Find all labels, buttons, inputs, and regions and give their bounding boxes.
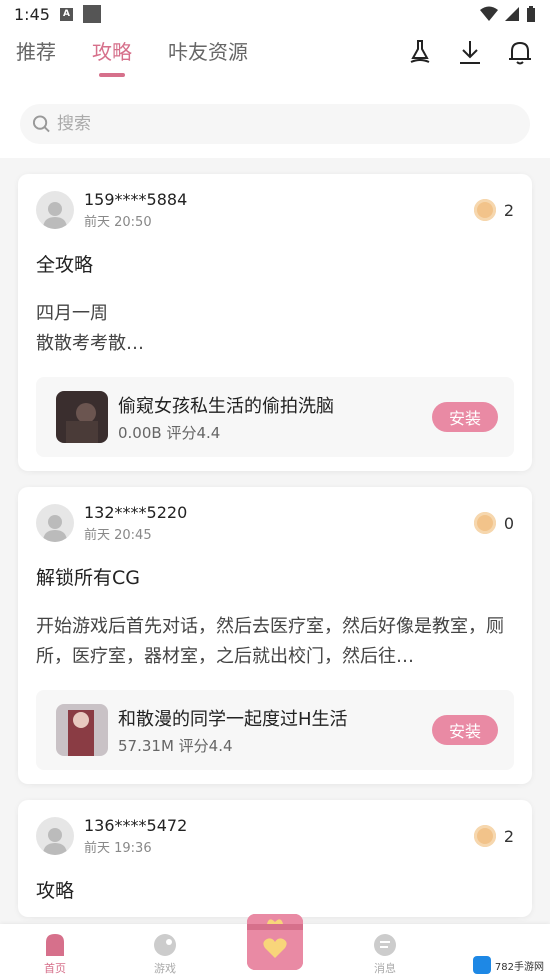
app-meta: 0.00B 评分4.4 bbox=[118, 422, 422, 443]
gift-box-button[interactable] bbox=[247, 914, 303, 970]
watermark-text: 782手游网 bbox=[494, 961, 544, 973]
avatar[interactable] bbox=[36, 504, 74, 542]
tab-community-resources[interactable]: 咔友资源 bbox=[168, 36, 248, 73]
game-icon bbox=[154, 934, 176, 956]
download-icon[interactable] bbox=[456, 38, 484, 66]
square-notification-icon bbox=[82, 5, 101, 23]
app-size: 0.00B bbox=[118, 423, 162, 442]
post-body: 开始游戏后首先对话，然后去医疗室，然后好像是教室，厕所，医疗室，器材室，之后就出… bbox=[36, 616, 504, 667]
a-notification-icon: A bbox=[59, 7, 73, 21]
post-time: 前天 20:50 bbox=[84, 215, 152, 230]
install-button[interactable]: 安装 bbox=[432, 402, 498, 432]
app-thumbnail bbox=[56, 704, 108, 756]
like-count: 2 bbox=[503, 200, 514, 220]
search-input[interactable] bbox=[56, 114, 518, 134]
nav-messages[interactable]: 消息 bbox=[350, 932, 420, 976]
tab-recommend[interactable]: 推荐 bbox=[16, 36, 56, 73]
post-title: 解锁所有CG bbox=[36, 567, 140, 589]
post-card[interactable]: 132****5220 前天 20:45 0 解锁所有CG 开始游戏后首先对话，… bbox=[18, 487, 532, 784]
nav-home[interactable]: 首页 bbox=[20, 932, 90, 976]
coin-icon bbox=[473, 512, 496, 534]
post-title: 攻略 bbox=[36, 880, 75, 902]
post-feed: 159****5884 前天 20:50 2 全攻略 四月一周 散散考考散… 偷… bbox=[0, 174, 550, 917]
nav-home-label: 首页 bbox=[44, 962, 66, 975]
tab-guides[interactable]: 攻略 bbox=[92, 36, 132, 73]
battery-icon bbox=[527, 5, 535, 22]
search-icon bbox=[32, 115, 50, 133]
like-counter[interactable]: 2 bbox=[473, 825, 514, 847]
app-size: 57.31M bbox=[118, 736, 174, 755]
post-card[interactable]: 136****5472 前天 19:36 2 攻略 bbox=[18, 800, 532, 917]
post-title: 全攻略 bbox=[36, 254, 94, 276]
message-icon bbox=[374, 934, 396, 956]
app-rating: 评分4.4 bbox=[178, 736, 233, 755]
app-rating: 评分4.4 bbox=[166, 423, 221, 442]
app-thumbnail bbox=[56, 391, 108, 443]
nav-games[interactable]: 游戏 bbox=[130, 932, 200, 976]
app-name: 偷窥女孩私生活的偷拍洗脑 bbox=[118, 395, 334, 417]
search-bar[interactable] bbox=[20, 104, 530, 144]
watermark: 782手游网 bbox=[472, 956, 544, 974]
username[interactable]: 132****5220 bbox=[84, 503, 187, 522]
nav-games-label: 游戏 bbox=[154, 962, 176, 975]
post-body: 四月一周 散散考考散… bbox=[36, 303, 144, 354]
gift-icon bbox=[247, 914, 303, 970]
status-time: 1:45 bbox=[14, 4, 50, 24]
bell-icon[interactable] bbox=[506, 38, 534, 66]
coin-icon bbox=[473, 825, 496, 847]
like-counter[interactable]: 2 bbox=[473, 199, 514, 221]
search-section bbox=[0, 88, 550, 158]
like-count: 0 bbox=[503, 513, 514, 533]
app-meta: 57.31M 评分4.4 bbox=[118, 735, 422, 756]
nav-messages-label: 消息 bbox=[374, 962, 396, 975]
linked-app[interactable]: 偷窥女孩私生活的偷拍洗脑 0.00B 评分4.4 安装 bbox=[36, 377, 514, 457]
app-name: 和散漫的同学一起度过H生活 bbox=[118, 708, 348, 730]
post-time: 前天 19:36 bbox=[84, 841, 152, 856]
home-ghost-icon bbox=[46, 934, 64, 956]
broom-icon[interactable] bbox=[406, 38, 434, 66]
like-count: 2 bbox=[503, 826, 514, 846]
coin-icon bbox=[473, 199, 496, 221]
username[interactable]: 159****5884 bbox=[84, 190, 187, 209]
post-time: 前天 20:45 bbox=[84, 528, 152, 543]
linked-app[interactable]: 和散漫的同学一起度过H生活 57.31M 评分4.4 安装 bbox=[36, 690, 514, 770]
watermark-logo-icon bbox=[472, 956, 491, 974]
post-card[interactable]: 159****5884 前天 20:50 2 全攻略 四月一周 散散考考散… 偷… bbox=[18, 174, 532, 471]
like-counter[interactable]: 0 bbox=[473, 512, 514, 534]
tab-bar: 推荐 攻略 咔友资源 bbox=[16, 36, 248, 73]
signal-icon bbox=[505, 7, 519, 21]
status-bar: 1:45 A bbox=[0, 0, 550, 28]
top-bar: 推荐 攻略 咔友资源 bbox=[0, 28, 550, 88]
avatar[interactable] bbox=[36, 191, 74, 229]
avatar[interactable] bbox=[36, 817, 74, 855]
username[interactable]: 136****5472 bbox=[84, 816, 187, 835]
install-button[interactable]: 安装 bbox=[432, 715, 498, 745]
wifi-icon bbox=[480, 6, 498, 21]
